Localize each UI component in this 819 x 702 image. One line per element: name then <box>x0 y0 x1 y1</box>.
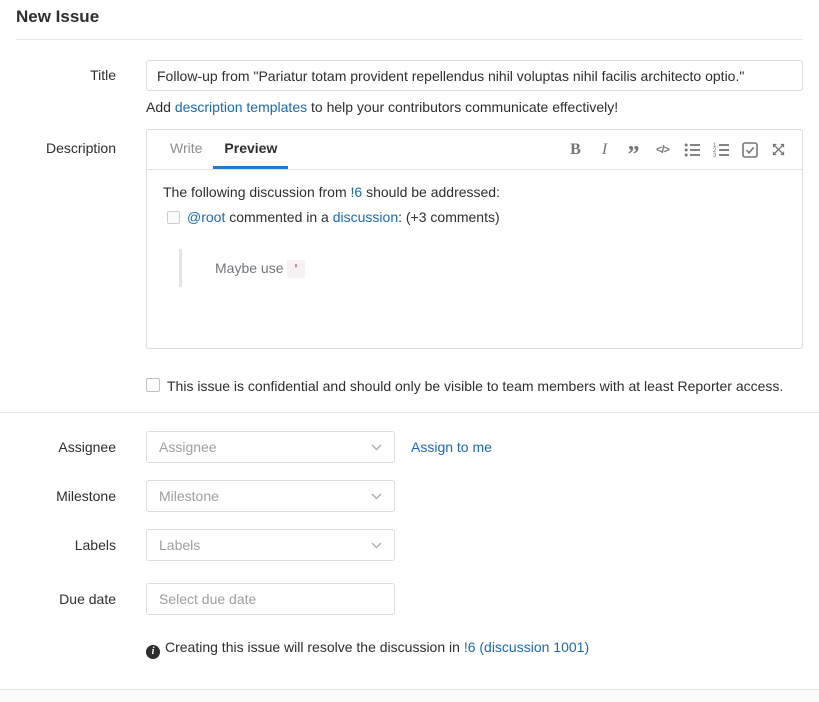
confidential-label: This issue is confidential and should on… <box>167 376 783 396</box>
numbered-list-icon: 123 <box>713 142 729 158</box>
italic-icon: I <box>602 141 607 159</box>
page-header: New Issue <box>16 0 803 27</box>
preview-blockquote: Maybe use ' <box>179 249 786 287</box>
preview-task-item: @root commented in a discussion: (+3 com… <box>167 209 786 225</box>
labels-placeholder: Labels <box>159 537 200 553</box>
task-suffix: : (+3 comments) <box>398 209 500 225</box>
discussion-link[interactable]: discussion <box>333 209 398 225</box>
markdown-editor-header: Write Preview B I ” </> 123 <box>147 130 802 170</box>
markdown-editor: Write Preview B I ” </> 123 <box>146 129 803 349</box>
code-icon: </> <box>656 144 669 156</box>
title-label: Title <box>16 60 116 115</box>
merge-request-link[interactable]: !6 <box>351 184 363 200</box>
due-date-row: Due date <box>16 583 803 615</box>
numbered-list-button[interactable]: 123 <box>711 140 730 160</box>
header-divider <box>16 39 803 40</box>
resolve-note-text: Creating this issue will resolve the dis… <box>165 639 464 655</box>
description-label: Description <box>16 129 116 349</box>
description-preview: The following discussion from !6 should … <box>147 170 802 348</box>
intro-suffix: should be addressed: <box>362 184 500 200</box>
assign-to-me-link[interactable]: Assign to me <box>411 431 492 463</box>
footer-actions-bar <box>0 689 819 702</box>
info-icon: i <box>146 645 160 659</box>
help-suffix: to help your contributors communicate ef… <box>307 99 618 115</box>
editor-toolbar: B I ” </> 123 <box>566 130 802 169</box>
labels-row: Labels Labels <box>16 529 803 561</box>
code-button[interactable]: </> <box>653 140 672 160</box>
svg-text:3: 3 <box>713 153 717 158</box>
labels-dropdown[interactable]: Labels <box>146 529 395 561</box>
chevron-down-icon <box>371 493 382 500</box>
milestone-label: Milestone <box>16 480 116 512</box>
editor-tabs: Write Preview <box>159 130 288 169</box>
page-title: New Issue <box>16 7 803 27</box>
resolve-note: i Creating this issue will resolve the di… <box>146 639 803 659</box>
assignee-placeholder: Assignee <box>159 439 217 455</box>
description-templates-link[interactable]: description templates <box>175 99 307 115</box>
chevron-down-icon <box>371 542 382 549</box>
title-input[interactable] <box>146 60 803 91</box>
confidential-row: This issue is confidential and should on… <box>146 376 803 396</box>
assignee-dropdown[interactable]: Assignee <box>146 431 395 463</box>
intro-prefix: The following discussion from <box>163 184 351 200</box>
task-item-checkbox <box>167 211 180 224</box>
user-link[interactable]: @root <box>187 209 225 225</box>
bullet-list-icon <box>684 142 700 158</box>
inline-code: ' <box>287 260 304 278</box>
due-date-label: Due date <box>16 583 116 615</box>
italic-button[interactable]: I <box>595 140 614 160</box>
milestone-dropdown[interactable]: Milestone <box>146 480 395 512</box>
milestone-placeholder: Milestone <box>159 488 219 504</box>
fullscreen-button[interactable] <box>769 140 788 160</box>
quote-icon: ” <box>628 150 640 160</box>
milestone-row: Milestone Milestone <box>16 480 803 512</box>
quote-text: Maybe use <box>215 260 287 276</box>
description-row: Description Write Preview B I ” </> 123 <box>16 129 803 349</box>
title-help: Add description templates to help your c… <box>146 99 803 115</box>
task-middle: commented in a <box>225 209 332 225</box>
assignee-label: Assignee <box>16 431 116 463</box>
assignee-row: Assignee Assignee Assign to me <box>16 431 803 463</box>
title-field-wrap: Add description templates to help your c… <box>146 60 803 115</box>
chevron-down-icon <box>371 444 382 451</box>
tab-write[interactable]: Write <box>159 130 213 169</box>
title-row: Title Add description templates to help … <box>16 60 803 115</box>
bullet-list-button[interactable] <box>682 140 701 160</box>
preview-intro-line: The following discussion from !6 should … <box>163 184 786 200</box>
bold-button[interactable]: B <box>566 140 585 160</box>
task-list-button[interactable] <box>740 140 759 160</box>
labels-label: Labels <box>16 529 116 561</box>
resolve-discussion-link[interactable]: !6 (discussion 1001) <box>464 639 589 655</box>
task-list-icon <box>742 142 758 158</box>
confidential-checkbox[interactable] <box>146 378 160 392</box>
section-divider <box>0 412 819 413</box>
fullscreen-icon <box>771 142 786 157</box>
bold-icon: B <box>570 141 581 159</box>
quote-button[interactable]: ” <box>624 140 643 160</box>
due-date-input[interactable] <box>146 583 395 615</box>
tab-preview[interactable]: Preview <box>213 130 288 169</box>
help-prefix: Add <box>146 99 175 115</box>
